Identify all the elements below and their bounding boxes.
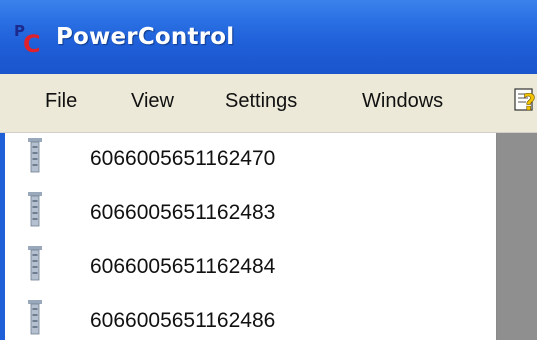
device-id-label: 6066005651162470: [90, 147, 276, 170]
device-id-label: 6066005651162484: [90, 255, 276, 278]
menu-file[interactable]: File: [45, 90, 77, 113]
menu-windows[interactable]: Windows: [362, 90, 443, 113]
device-id-label: 6066005651162483: [90, 201, 276, 224]
menu-settings[interactable]: Settings: [225, 90, 297, 113]
device-list[interactable]: 6066005651162470 6066005651162483 606600…: [5, 133, 497, 340]
list-item[interactable]: 6066005651162483: [5, 187, 496, 241]
svg-text:C: C: [23, 30, 41, 58]
menu-view[interactable]: View: [131, 90, 174, 113]
device-battery-icon: [28, 192, 42, 227]
list-item[interactable]: 6066005651162484: [5, 241, 496, 295]
device-id-label: 6066005651162486: [90, 309, 276, 332]
app-window: P C PowerControl File View Settings Wind…: [0, 0, 537, 340]
svg-text:?: ?: [523, 91, 536, 114]
pc-logo-icon: P C: [14, 22, 41, 58]
device-battery-icon: [28, 138, 42, 173]
help-question-icon[interactable]: ?: [514, 84, 537, 114]
menu-bar: File View Settings Windows: [0, 74, 537, 133]
window-title: PowerControl: [56, 24, 235, 50]
list-item[interactable]: 6066005651162470: [5, 133, 496, 187]
title-bar[interactable]: P C PowerControl: [0, 0, 537, 74]
device-battery-icon: [28, 300, 42, 335]
list-item[interactable]: 6066005651162486: [5, 295, 496, 340]
workspace-panel: [497, 133, 537, 340]
device-battery-icon: [28, 246, 42, 281]
